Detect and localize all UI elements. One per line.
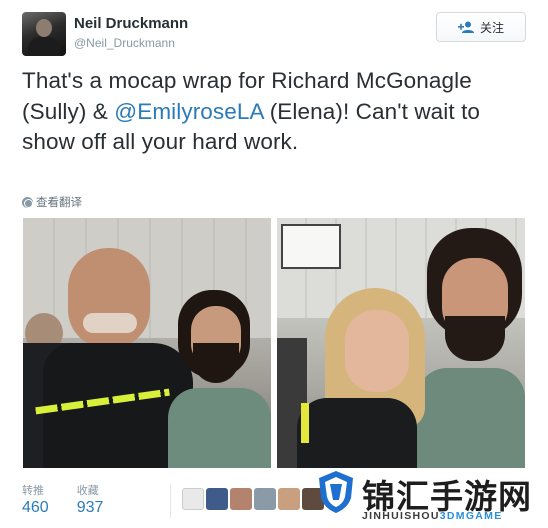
liker-avatar[interactable] — [278, 488, 300, 510]
tweet-text: That's a mocap wrap for Richard McGonagl… — [22, 66, 532, 158]
retweets-label: 转推 — [22, 485, 44, 497]
liker-avatar[interactable] — [206, 488, 228, 510]
watermark-sub-main: JINHUISHOU — [362, 510, 440, 522]
tweet-stats: 转推 460 收藏 937 — [22, 482, 103, 517]
liker-avatar[interactable] — [182, 488, 204, 510]
retweets-count: 460 — [22, 499, 49, 516]
likes-stat[interactable]: 收藏 937 — [77, 482, 104, 517]
translate-link[interactable]: 查看翻译 — [22, 194, 82, 210]
follow-button[interactable]: 关注 — [436, 12, 526, 42]
follow-person-icon — [457, 21, 474, 33]
liker-avatar[interactable] — [230, 488, 252, 510]
retweets-stat[interactable]: 转推 460 — [22, 482, 49, 517]
photo-right[interactable] — [277, 218, 525, 468]
stats-divider — [170, 484, 171, 518]
follow-label: 关注 — [479, 20, 504, 35]
liker-avatars — [182, 488, 324, 510]
author-name[interactable]: Neil Druckmann — [74, 15, 188, 32]
likes-label: 收藏 — [76, 485, 99, 497]
liker-avatar[interactable] — [254, 488, 276, 510]
photo-left[interactable] — [23, 218, 271, 468]
site-watermark: 锦汇手游网 JINHUISHOU3DMGAME — [318, 468, 540, 524]
shield-logo-icon — [319, 471, 353, 513]
globe-icon — [22, 196, 33, 208]
watermark-subtitle: JINHUISHOU3DMGAME — [362, 510, 503, 522]
mention-link[interactable]: @EmilyroseLA — [114, 99, 263, 124]
author-handle[interactable]: @Neil_Druckmann — [74, 36, 175, 50]
tweet-header: Neil Druckmann @Neil_Druckmann 关注 — [22, 12, 526, 56]
likes-count: 937 — [76, 499, 104, 516]
author-avatar[interactable] — [22, 12, 66, 56]
translate-label: 查看翻译 — [36, 197, 82, 209]
watermark-sub-accent: 3DMGAME — [439, 510, 503, 522]
